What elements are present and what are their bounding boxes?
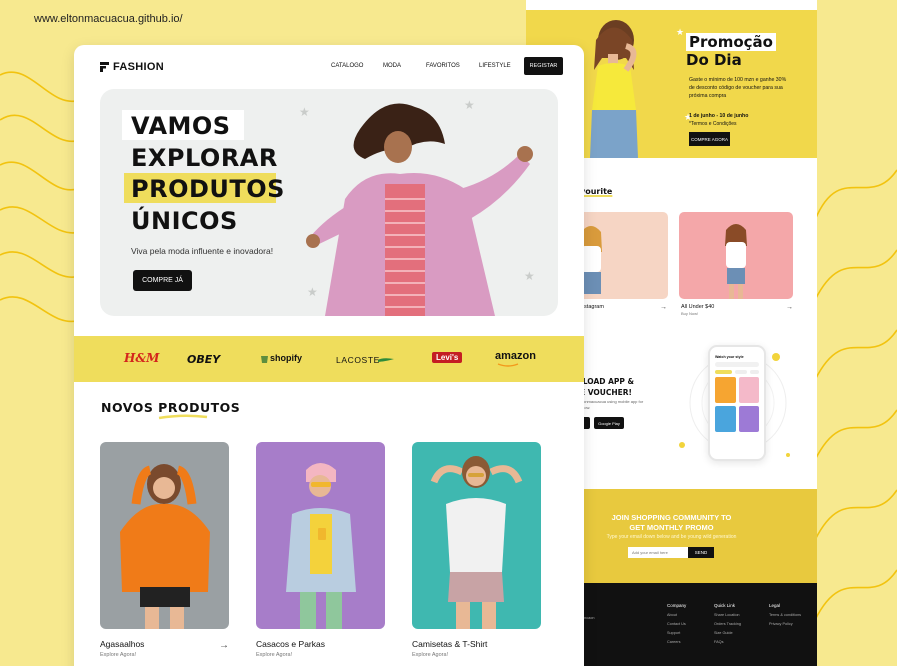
google-play-button[interactable]: Google Play [594, 417, 624, 429]
brand-hm[interactable]: H&M [124, 351, 159, 365]
shopify-bag-icon [261, 356, 268, 363]
landing-page-preview: FASHION CATALOGO MODA FAVORITOS LIFESTYL… [74, 45, 584, 666]
promo-buy-button[interactable]: COMPRE AGORA [689, 132, 730, 146]
footer-quick-title: Quick Link [714, 603, 736, 608]
brand-lacoste[interactable]: LACOSTE [336, 355, 380, 365]
product-image [256, 442, 385, 629]
product-image [100, 442, 229, 629]
product-photo [120, 464, 210, 629]
arrow-right-icon[interactable]: → [786, 304, 793, 311]
hero-line1: VAMOS [131, 112, 231, 140]
footer-link[interactable]: Privacy Policy [769, 622, 793, 626]
title-underline [158, 414, 208, 420]
promo-text: Gaste o mínimo de 100 mzn e ganhe 30% de… [689, 77, 787, 100]
footer-link[interactable]: Careers [667, 640, 681, 644]
hero-line4: ÚNICOS [131, 207, 238, 235]
footer-legal-title: Legal [769, 603, 781, 608]
footer-link[interactable]: Terms & conditions [769, 613, 801, 617]
footer-link[interactable]: Share Location [714, 613, 740, 617]
app-description: tonmacuacua using mobile app for now. [582, 399, 644, 410]
site-url: www.eltonmacuacua.github.io/ [34, 13, 183, 25]
amazon-smile-icon [497, 363, 519, 367]
product-image [412, 442, 541, 629]
nav-moda[interactable]: MODA [383, 63, 401, 69]
brand-obey[interactable]: OBEY [187, 353, 220, 366]
arrow-right-icon[interactable]: → [219, 640, 229, 651]
brand-levis[interactable]: Levi's [432, 352, 463, 363]
phone-product-grid [715, 377, 759, 432]
app-promo-title: ILOAD APP & E VOUCHER! [580, 377, 634, 398]
arrow-right-icon[interactable]: → [660, 304, 667, 311]
app-title-line1: ILOAD APP & [580, 377, 635, 386]
phone-search-bar [715, 362, 759, 367]
product-name: Agasaalhos [100, 639, 145, 649]
new-products-title: NOVOS PRODUTOS [101, 400, 241, 415]
hero-line2: EXPLORAR [131, 144, 278, 172]
phone-mockup: Watch your style [708, 345, 766, 461]
product-card-agasalhos[interactable]: Agasaalhos Explore Agora! → [100, 442, 229, 658]
footer-link[interactable]: Support [667, 631, 680, 635]
promo-title-line1: Promoção [686, 33, 776, 51]
footer-link[interactable]: Contact Us [667, 622, 686, 626]
product-card-camisetas[interactable]: Camisetas & T-Shirt Explore Agora! [412, 442, 541, 658]
nav-favoritos[interactable]: FAVORITOS [426, 63, 460, 69]
nav-catalogo[interactable]: CATALOGO [331, 63, 363, 69]
footer-link[interactable]: Size Guide [714, 631, 733, 635]
product-card-casacos[interactable]: Casacos e Parkas Explore Agora! [256, 442, 385, 658]
favourite-image [725, 224, 747, 299]
hero-banner: VAMOS EXPLORAR PRODUTOS ÚNICOS Viva pela… [100, 89, 558, 316]
hero-model-image [306, 103, 533, 316]
product-name: Camisetas & T-Shirt [412, 639, 488, 649]
footer-link[interactable]: Orders Tracking [714, 622, 741, 626]
product-explore-link[interactable]: Explore Agora! [100, 652, 229, 658]
top-nav: FASHION CATALOGO MODA FAVORITOS LIFESTYL… [74, 45, 584, 89]
hero-line3: PRODUTOS [131, 175, 285, 203]
footer-link[interactable]: About [667, 613, 677, 617]
product-explore-link[interactable]: Explore Agora! [256, 652, 385, 658]
product-name: Casacos e Parkas [256, 639, 325, 649]
email-field[interactable] [628, 547, 688, 558]
shop-now-button[interactable]: COMPRE JÁ [133, 270, 192, 291]
favourite-caption-2: All Under $40 [681, 304, 715, 310]
send-button[interactable]: SEND [688, 547, 714, 558]
promo-dates: 1 de junho - 10 de junho [689, 113, 749, 119]
register-button[interactable]: REGISTAR [524, 57, 563, 75]
promo-terms-link[interactable]: *Termos e Condições [689, 121, 737, 127]
crocodile-icon [378, 358, 394, 362]
product-explore-link[interactable]: Explore Agora! [412, 652, 541, 658]
app-title-line2: E VOUCHER! [580, 387, 632, 397]
favourite-section-title: vourite [580, 187, 613, 196]
logo-icon [100, 62, 109, 72]
favourite-sub-2: Buy Now! [681, 311, 699, 316]
product-photo [286, 463, 356, 629]
footer-link[interactable]: FAQs [714, 640, 724, 644]
footer-company-title: Company [667, 603, 687, 608]
phone-chips [715, 370, 759, 374]
brand-name: FASHION [113, 61, 164, 73]
promo-title: Promoção Do Dia [686, 33, 776, 69]
brand-logo[interactable]: FASHION [100, 61, 164, 73]
brands-strip: H&M OBEY shopify LACOSTE Levi's amazon [74, 336, 584, 382]
svg-text:★: ★ [676, 28, 684, 38]
phone-header: Watch your style [715, 355, 744, 359]
brand-amazon[interactable]: amazon [495, 350, 536, 362]
nav-lifestyle[interactable]: LIFESTYLE [479, 63, 511, 69]
hero-subtitle: Viva pela moda influente e inovadora! [131, 246, 274, 256]
promo-title-line2: Do Dia [686, 51, 742, 69]
product-photo [430, 456, 523, 629]
favourite-caption-1: nstagram [581, 304, 604, 310]
favourite-card-under-40[interactable] [679, 212, 793, 299]
